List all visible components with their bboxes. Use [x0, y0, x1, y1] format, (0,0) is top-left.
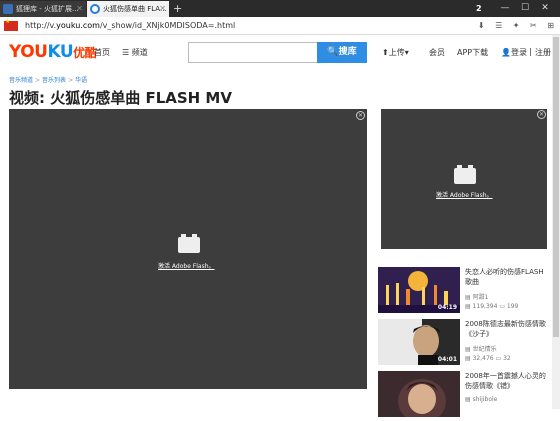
- uploader[interactable]: ▤ 阿甜1: [465, 292, 488, 301]
- video-title-link[interactable]: 失恋人必听的伤感FLASH歌曲: [465, 267, 547, 287]
- page-scrollbar[interactable]: [552, 35, 560, 409]
- video-stats: ▤ 32,476 ▭ 32: [465, 355, 511, 362]
- breadcrumb-separator: >: [35, 77, 41, 84]
- uploader[interactable]: ▤ 世纪情乐: [465, 344, 497, 353]
- url-path: /v_show/id_XNjk0MDISODA=.html: [99, 21, 236, 30]
- plugin-icon[interactable]: [178, 234, 200, 253]
- breadcrumb: 音乐频道 > 音乐列表 > 华语: [9, 75, 87, 84]
- logo-chinese: 优酷: [73, 46, 97, 60]
- nav-channel-label: 频道: [131, 48, 148, 57]
- tab-label: 火狐伤感单曲 FLA...: [103, 5, 167, 13]
- close-icon[interactable]: ✕: [537, 110, 546, 119]
- breadcrumb-separator: >: [68, 77, 74, 84]
- site-favicon-icon: [3, 4, 13, 14]
- uploader-name: 世纪情乐: [472, 346, 497, 353]
- video-title-link[interactable]: 2008年一首震撼人心灵的伤感情歌《错》: [465, 371, 547, 391]
- upload-link[interactable]: ⬆上传▾: [382, 47, 409, 58]
- login-link[interactable]: 👤登录: [501, 47, 527, 58]
- nav-channel-link[interactable]: ☰ 频道: [122, 47, 148, 58]
- close-window-button[interactable]: ✕: [537, 0, 553, 17]
- tab-youku-video[interactable]: 火狐伤感单曲 FLA... ✕: [87, 1, 169, 17]
- upload-icon: ⬆: [382, 48, 389, 57]
- plugin-icon[interactable]: [454, 165, 476, 184]
- search-button-label: 搜库: [338, 47, 357, 57]
- user-icon: ▤: [465, 346, 473, 353]
- login-label: 登录: [510, 48, 527, 57]
- breadcrumb-music-list[interactable]: 音乐列表: [42, 77, 66, 84]
- youku-logo[interactable]: YOUKU优酷: [9, 42, 97, 62]
- chevron-down-icon: ▾: [404, 48, 409, 57]
- comment-icon: ▭: [499, 303, 507, 310]
- menu-icon[interactable]: ☰: [495, 21, 502, 30]
- logo-ku: KU: [47, 42, 74, 62]
- site-header: YOUKU优酷 首页 ☰ 频道 🔍搜库 ⬆上传▾ 会员 APP下载 👤登录 | …: [0, 35, 560, 71]
- scrollbar-thumb[interactable]: [553, 37, 559, 337]
- address-bar-tools: ⬇ ☰ ✦ ✂ ⊞: [470, 17, 554, 35]
- upload-label: 上传: [388, 48, 405, 57]
- browser-tab-bar: 狐狸库 - 火狐扩展... ✕ 火狐伤感单曲 FLA... ✕ + 2 — ☐ …: [0, 0, 560, 17]
- breadcrumb-chinese[interactable]: 华语: [75, 77, 87, 84]
- duration-badge: 04:19: [437, 304, 457, 311]
- play-count-icon: ▤: [465, 355, 473, 362]
- comment-icon: ▭: [495, 355, 504, 362]
- list-item[interactable]: 2008年一首震撼人心灵的伤感情歌《错》 ▤ shijibole: [378, 371, 548, 421]
- tab-browser-extension[interactable]: 狐狸库 - 火狐扩展... ✕: [0, 1, 86, 17]
- register-link[interactable]: 注册: [535, 47, 551, 58]
- uploader-name: shijibole: [472, 396, 498, 403]
- minimize-button[interactable]: —: [497, 0, 513, 17]
- youku-favicon-icon: [90, 4, 100, 14]
- url-host: youku.com: [56, 21, 100, 30]
- search-button[interactable]: 🔍搜库: [317, 42, 367, 63]
- activate-flash-link[interactable]: 激活 Adobe Flash。: [436, 190, 493, 199]
- close-tab-icon[interactable]: ✕: [76, 1, 83, 17]
- search-icon: 🔍: [327, 47, 339, 57]
- page-title: 视频: 火狐伤感单曲 FLASH MV: [9, 89, 232, 107]
- tab-label: 狐狸库 - 火狐扩展...: [16, 5, 79, 13]
- comment-count: 199: [506, 303, 519, 310]
- uploader-name: 阿甜1: [472, 294, 489, 301]
- close-icon[interactable]: ✕: [356, 111, 365, 120]
- logo-you: YOU: [9, 42, 48, 62]
- video-thumbnail[interactable]: 04:19: [378, 267, 460, 313]
- maximize-button[interactable]: ☐: [517, 0, 533, 17]
- play-count: 32,476: [472, 355, 494, 362]
- url-field[interactable]: http://v.youku.com/v_show/id_XNjk0MDISOD…: [25, 17, 235, 35]
- close-tab-icon[interactable]: ✕: [159, 1, 166, 17]
- video-thumbnail[interactable]: 04:01: [378, 319, 460, 365]
- tab-count-badge[interactable]: 2: [476, 0, 482, 17]
- screenshot-icon[interactable]: ✂: [530, 21, 537, 30]
- extension-icon[interactable]: ✦: [513, 21, 520, 30]
- uploader[interactable]: ▤ shijibole: [465, 396, 497, 403]
- duration-badge: 04:01: [437, 356, 457, 363]
- grid-icon[interactable]: ⊞: [547, 21, 554, 30]
- breadcrumb-music-channel[interactable]: 音乐频道: [9, 77, 33, 84]
- hamburger-icon: ☰: [122, 48, 132, 57]
- new-tab-button[interactable]: +: [173, 0, 182, 17]
- member-link[interactable]: 会员: [429, 47, 445, 58]
- video-stats: ▤ 119,394 ▭ 199: [465, 303, 518, 310]
- user-icon: ▤: [465, 396, 473, 403]
- video-thumbnail[interactable]: [378, 371, 460, 417]
- search-input[interactable]: [188, 42, 318, 63]
- url-prefix: http://v.: [25, 21, 57, 30]
- user-icon: ▤: [465, 294, 473, 301]
- app-download-link[interactable]: APP下载: [457, 47, 488, 58]
- address-bar: http://v.youku.com/v_show/id_XNjk0MDISOD…: [0, 17, 560, 35]
- video-title-link[interactable]: 2008陈德志最新伤感情歌《沙子》: [465, 319, 547, 339]
- china-flag-icon: [4, 18, 18, 31]
- nav-home-link[interactable]: 首页: [94, 47, 110, 58]
- header-divider: |: [529, 47, 532, 56]
- list-item[interactable]: 04:19 失恋人必听的伤感FLASH歌曲 ▤ 阿甜1 ▤ 119,394 ▭ …: [378, 267, 548, 317]
- video-player[interactable]: ✕ 激活 Adobe Flash。: [9, 109, 367, 389]
- list-item[interactable]: 04:01 2008陈德志最新伤感情歌《沙子》 ▤ 世纪情乐 ▤ 32,476 …: [378, 319, 548, 369]
- activate-flash-link[interactable]: 激活 Adobe Flash。: [158, 261, 215, 270]
- play-count-icon: ▤: [465, 303, 473, 310]
- comment-count: 32: [503, 355, 511, 362]
- side-ad-player[interactable]: ✕ 激活 Adobe Flash。: [381, 109, 547, 249]
- play-count: 119,394: [472, 303, 498, 310]
- user-icon: 👤: [501, 48, 511, 57]
- download-icon[interactable]: ⬇: [478, 21, 485, 30]
